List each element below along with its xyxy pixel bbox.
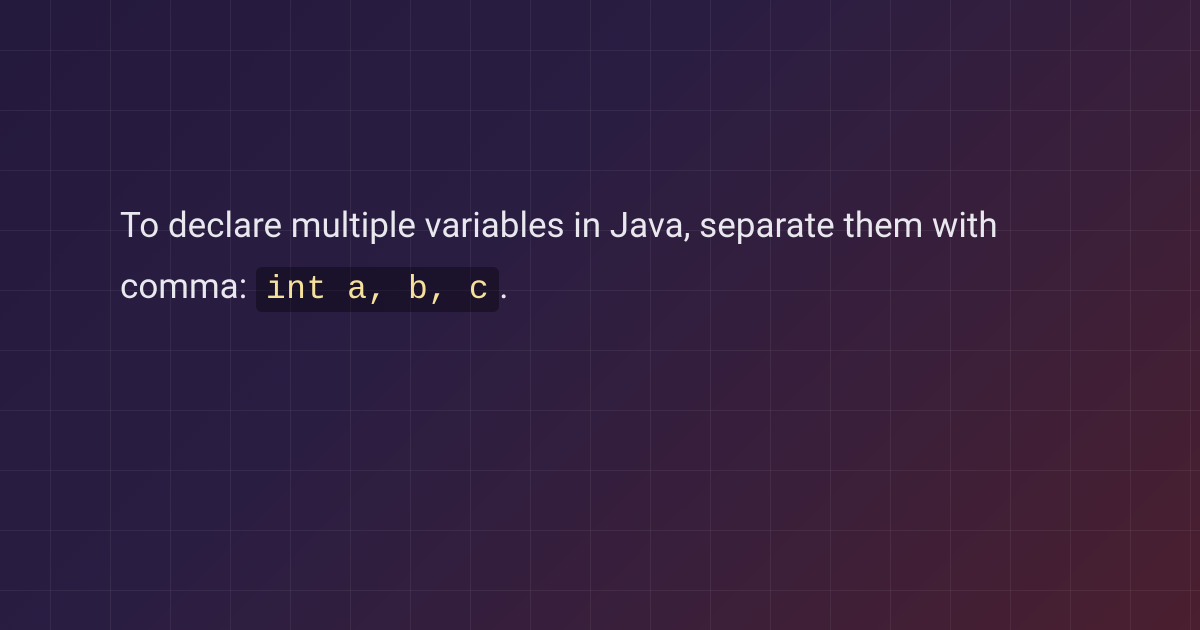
description-text-after: . [499,266,508,307]
main-content: To declare multiple variables in Java, s… [0,0,1200,319]
code-snippet: int a, b, c [256,267,499,312]
description-text-before: To declare multiple variables in Java, s… [120,205,998,307]
